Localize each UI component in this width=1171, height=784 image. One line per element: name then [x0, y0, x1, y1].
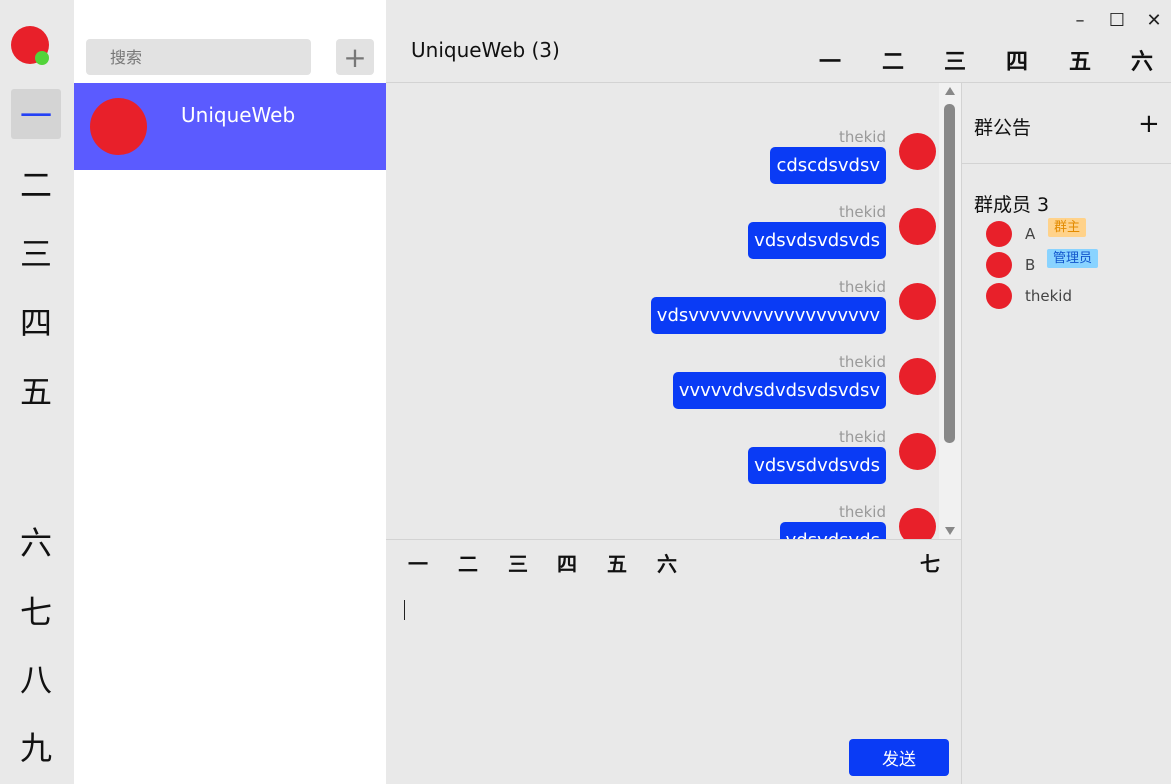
member-name: A	[1025, 225, 1036, 243]
maximize-button[interactable]: ☐	[1105, 8, 1129, 32]
member-item[interactable]: A 群主	[986, 218, 1166, 247]
nav-item-9[interactable]: 九	[11, 721, 61, 771]
chat-title: UniqueWeb (3)	[411, 38, 560, 62]
chat-window: – ☐ ✕ UniqueWeb (3) 一 二 三 四 五 六 thekid c…	[386, 0, 1171, 784]
close-button[interactable]: ✕	[1142, 8, 1166, 32]
member-name: B	[1025, 256, 1036, 274]
message-bubble[interactable]: vdsvdsvdsvds	[748, 222, 886, 259]
minimize-button[interactable]: –	[1068, 8, 1092, 32]
owner-badge: 群主	[1048, 218, 1087, 237]
input-tool-6[interactable]: 六	[657, 548, 677, 577]
session-list-panel: + UniqueWeb	[74, 0, 386, 784]
message-sender: thekid	[839, 203, 886, 221]
add-session-button[interactable]: +	[336, 39, 374, 75]
message-scrollbar[interactable]	[939, 83, 961, 539]
nav-rail: 一 二 三 四 五 六 七 八 九	[0, 0, 74, 784]
input-divider	[386, 539, 961, 540]
message-sender: thekid	[839, 278, 886, 296]
group-notice-title: 群公告	[974, 117, 1032, 139]
session-name: UniqueWeb	[181, 103, 296, 127]
top-tool-5[interactable]: 五	[1069, 44, 1091, 76]
message-avatar[interactable]	[899, 358, 936, 395]
scroll-down-icon[interactable]	[945, 527, 955, 535]
message-item: thekid vdsvvvvvvvvvvvvvvvvvv	[386, 278, 961, 353]
input-tool-4[interactable]: 四	[557, 548, 577, 577]
message-item: thekid vdsvsdvdsvds	[386, 428, 961, 503]
message-sender: thekid	[839, 428, 886, 446]
message-bubble[interactable]: vdsvvvvvvvvvvvvvvvvvv	[650, 297, 886, 334]
message-avatar[interactable]	[899, 208, 936, 245]
input-tool-1[interactable]: 一	[408, 548, 428, 577]
scroll-up-icon[interactable]	[945, 87, 955, 95]
input-tool-7[interactable]: 七	[920, 548, 940, 577]
nav-item-2[interactable]: 二	[11, 158, 61, 208]
nav-item-7[interactable]: 七	[11, 585, 61, 635]
nav-item-8[interactable]: 八	[11, 653, 61, 703]
send-button[interactable]: 发送	[849, 739, 949, 776]
message-bubble[interactable]: vvvvvdvsdvdsvdsvdsv	[672, 372, 886, 409]
add-notice-button[interactable]: +	[1138, 109, 1160, 139]
message-item: thekid vvvvvdvsdvdsvdsvdsv	[386, 353, 961, 428]
input-tool-3[interactable]: 三	[508, 548, 528, 577]
message-item: thekid cdscdsvdsv	[386, 128, 961, 203]
nav-item-5[interactable]: 五	[11, 365, 61, 415]
member-avatar	[986, 221, 1012, 247]
member-avatar	[986, 252, 1012, 278]
session-avatar	[90, 98, 147, 155]
message-item: thekid vdsvdsvdsvds	[386, 203, 961, 278]
top-tool-6[interactable]: 六	[1131, 44, 1153, 76]
message-avatar[interactable]	[899, 433, 936, 470]
nav-item-3[interactable]: 三	[11, 227, 61, 277]
top-tool-1[interactable]: 一	[819, 44, 841, 76]
input-tool-2[interactable]: 二	[458, 548, 478, 577]
message-bubble[interactable]: vdsvdsvds	[779, 522, 886, 539]
top-tool-3[interactable]: 三	[944, 44, 966, 76]
top-tool-2[interactable]: 二	[882, 44, 904, 76]
message-sender: thekid	[839, 353, 886, 371]
message-bubble[interactable]: cdscdsvdsv	[770, 147, 886, 184]
member-avatar	[986, 283, 1012, 309]
message-editor[interactable]	[386, 580, 961, 730]
admin-badge: 管理员	[1047, 249, 1099, 268]
top-tool-4[interactable]: 四	[1006, 44, 1028, 76]
group-members-title: 群成员 3	[974, 194, 1050, 216]
message-avatar[interactable]	[899, 508, 936, 539]
member-name: thekid	[1025, 287, 1072, 305]
message-bubble[interactable]: vdsvsdvdsvds	[748, 447, 886, 484]
scroll-thumb[interactable]	[944, 104, 955, 443]
message-avatar[interactable]	[899, 283, 936, 320]
message-sender: thekid	[839, 503, 886, 521]
notice-divider	[962, 163, 1171, 164]
nav-item-4[interactable]: 四	[11, 296, 61, 346]
text-caret	[404, 600, 405, 620]
message-item: thekid vdsvdsvds	[386, 503, 961, 539]
group-info-panel: 群公告 + 群成员 3 A 群主 B 管理员 thekid	[962, 83, 1171, 784]
nav-item-1[interactable]: 一	[11, 89, 61, 139]
search-input[interactable]	[86, 39, 311, 75]
member-item[interactable]: B 管理员	[986, 249, 1166, 278]
online-status-icon	[35, 51, 49, 65]
nav-item-6[interactable]: 六	[11, 516, 61, 566]
message-list[interactable]: thekid cdscdsvdsv thekid vdsvdsvdsvds th…	[386, 83, 961, 539]
message-avatar[interactable]	[899, 133, 936, 170]
session-item-uniqueweb[interactable]: UniqueWeb	[74, 83, 386, 170]
member-item[interactable]: thekid	[986, 283, 1166, 309]
input-tool-5[interactable]: 五	[607, 548, 627, 577]
message-sender: thekid	[839, 128, 886, 146]
